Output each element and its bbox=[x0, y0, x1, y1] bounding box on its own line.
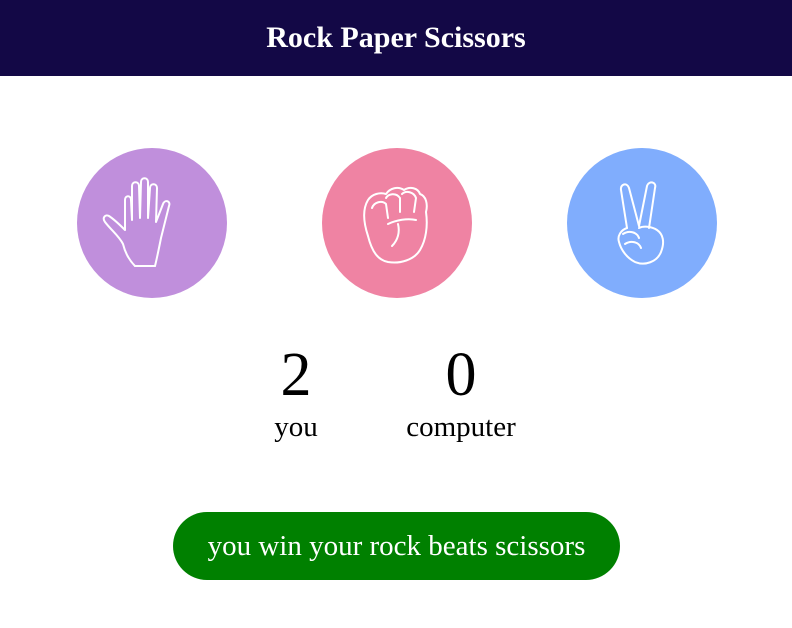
app-header: Rock Paper Scissors bbox=[0, 0, 792, 76]
rock-choice-button[interactable] bbox=[322, 148, 472, 298]
computer-score-label: computer bbox=[406, 411, 516, 443]
result-message: you win your rock beats scissors bbox=[173, 512, 620, 580]
app-title: Rock Paper Scissors bbox=[266, 21, 526, 54]
computer-score-value: 0 bbox=[445, 341, 477, 409]
victory-hand-icon bbox=[617, 181, 665, 265]
player-score-value: 2 bbox=[280, 341, 312, 409]
computer-score: 0 computer bbox=[396, 340, 526, 444]
open-hand-icon bbox=[102, 177, 171, 267]
paper-choice-button[interactable] bbox=[77, 148, 227, 298]
scissors-choice-button[interactable] bbox=[567, 148, 717, 298]
fist-icon bbox=[363, 186, 428, 264]
player-score: 2 you bbox=[255, 340, 337, 444]
player-score-label: you bbox=[274, 411, 318, 443]
